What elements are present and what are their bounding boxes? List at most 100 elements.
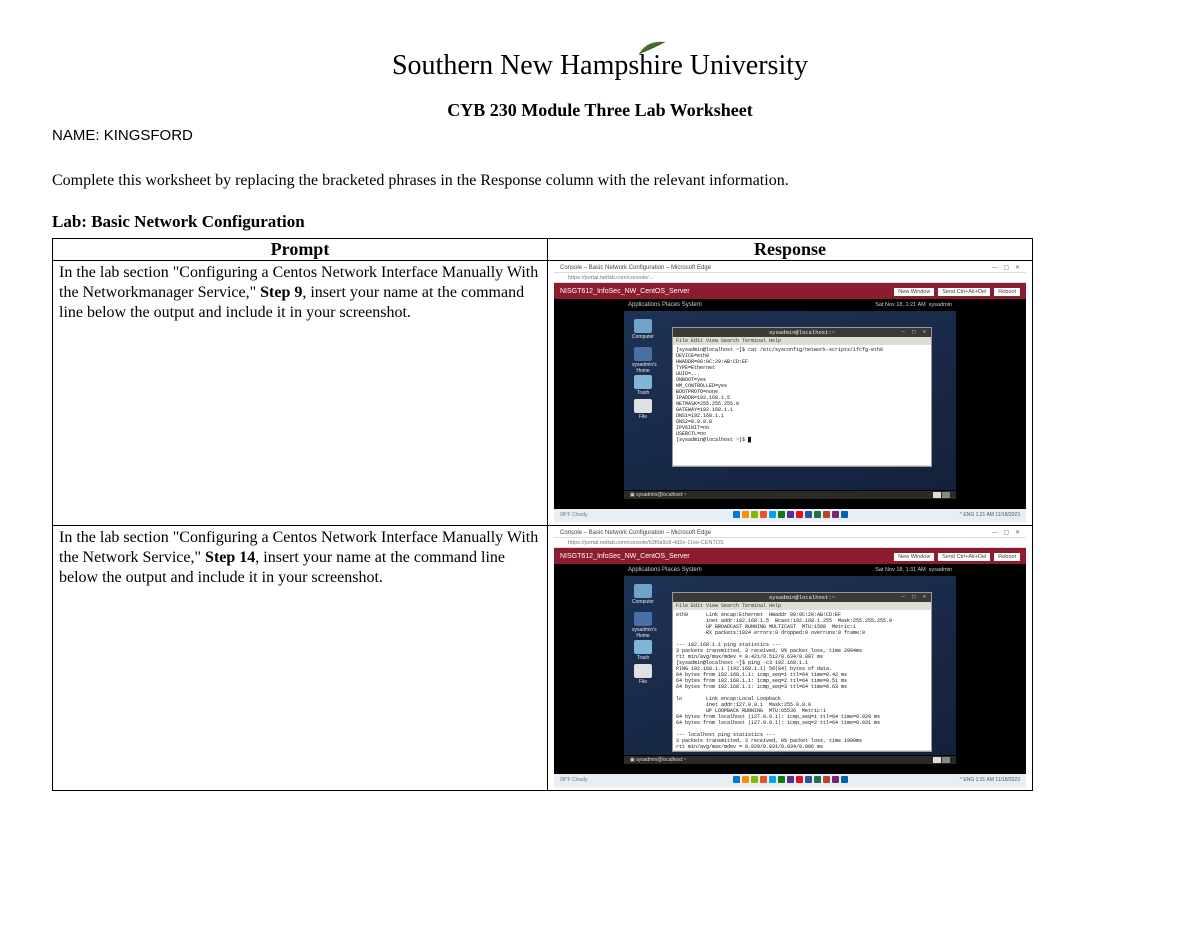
taskbar-app-icon[interactable] <box>733 776 740 783</box>
gnome-bottom-panel: ▣ sysadmin@localhost:~ <box>624 490 956 499</box>
icon-label: sysadmin's Home <box>632 362 657 374</box>
taskbar-app-icon[interactable] <box>823 776 830 783</box>
gnome-menus[interactable]: Applications Places System <box>628 302 702 308</box>
desktop-icon-file[interactable]: File <box>632 399 654 420</box>
system-tray: ^ ENG 1:31 AM 11/18/2023 <box>960 777 1020 783</box>
icon-label: sysadmin's Home <box>632 627 657 639</box>
browser-window-title: Console – Basic Network Configuration – … <box>554 528 1026 538</box>
taskbar-app-icon[interactable] <box>742 511 749 518</box>
document-title: CYB 230 Module Three Lab Worksheet <box>52 100 1148 121</box>
weather-widget: 08°F Cloudy <box>560 512 588 518</box>
gnome-menus[interactable]: Applications Places System <box>628 567 702 573</box>
console-button[interactable]: New Window <box>894 288 934 296</box>
taskbar-app-icon[interactable] <box>805 511 812 518</box>
workspace-switcher[interactable] <box>933 757 950 763</box>
taskbar-app-icon[interactable] <box>841 511 848 518</box>
window-controls-icon: — ▢ ✕ <box>901 593 928 600</box>
taskbar-item[interactable]: ▣ sysadmin@localhost:~ <box>630 492 686 498</box>
table-row: In the lab section "Configuring a Centos… <box>53 526 1033 791</box>
console-button[interactable]: Reboot <box>994 288 1020 296</box>
desktop-icon-home[interactable]: sysadmin's Home <box>632 347 654 374</box>
taskbar-app-icon[interactable] <box>814 511 821 518</box>
taskbar-app-icon[interactable] <box>832 776 839 783</box>
response-cell: Console – Basic Network Configuration – … <box>548 261 1033 526</box>
taskbar-app-icon[interactable] <box>787 776 794 783</box>
response-cell: Console – Basic Network Configuration – … <box>548 526 1033 791</box>
worksheet-table: Prompt Response In the lab section "Conf… <box>52 238 1033 791</box>
desktop-icon-file[interactable]: File <box>632 664 654 685</box>
taskbar-app-icon[interactable] <box>778 776 785 783</box>
taskbar-app-icon[interactable] <box>832 511 839 518</box>
console-button[interactable]: Reboot <box>994 553 1020 561</box>
console-button[interactable]: New Window <box>894 553 934 561</box>
vm-display[interactable]: Applications Places System Sat Nov 18, 1… <box>554 564 1026 774</box>
taskbar-app-icon[interactable] <box>751 511 758 518</box>
taskbar-app-icon[interactable] <box>823 511 830 518</box>
desktop-background: Computer sysadmin's Home Trash File sysa… <box>624 311 956 499</box>
clock: Sat Nov 18, 1:21 AM <box>875 302 925 308</box>
desktop-icon-computer[interactable]: Computer <box>632 584 654 605</box>
name-line: NAME: KINGSFORD <box>52 127 1148 144</box>
taskbar-app-icon[interactable] <box>796 776 803 783</box>
desktop-background: Computer sysadmin's Home Trash File sysa… <box>624 576 956 764</box>
taskbar-app-icon[interactable] <box>760 776 767 783</box>
terminal-titlebar: sysadmin@localhost:~ — ▢ ✕ <box>673 328 931 337</box>
icon-label: Trash <box>637 390 650 396</box>
system-tray: ^ ENG 1:21 AM 11/18/2023 <box>960 512 1020 518</box>
browser-window-title: Console – Basic Network Configuration – … <box>554 263 1026 273</box>
taskbar-app-icon[interactable] <box>751 776 758 783</box>
taskbar-app-icon[interactable] <box>760 511 767 518</box>
taskbar-app-icon[interactable] <box>841 776 848 783</box>
taskbar-app-icon[interactable] <box>796 511 803 518</box>
terminal-menubar[interactable]: File Edit View Search Terminal Help <box>673 602 931 610</box>
taskbar-app-icon[interactable] <box>733 511 740 518</box>
vm-display[interactable]: Applications Places System Sat Nov 18, 1… <box>554 299 1026 509</box>
worksheet-page: Southern New Hampshire University CYB 23… <box>0 0 1200 831</box>
console-button[interactable]: Send Ctrl+Alt+Del <box>938 553 990 561</box>
window-controls-icon: — ▢ ✕ <box>992 528 1022 538</box>
terminal-window[interactable]: sysadmin@localhost:~ — ▢ ✕ File Edit Vie… <box>672 327 932 467</box>
taskbar-app-icon[interactable] <box>787 511 794 518</box>
prompt-cell: In the lab section "Configuring a Centos… <box>53 261 548 526</box>
icon-label: File <box>639 679 647 685</box>
icon-label: Trash <box>637 655 650 661</box>
console-button[interactable]: Send Ctrl+Alt+Del <box>938 288 990 296</box>
taskbar-app-icon[interactable] <box>769 776 776 783</box>
prompt-cell: In the lab section "Configuring a Centos… <box>53 526 548 791</box>
gnome-top-panel: Applications Places System Sat Nov 18, 1… <box>554 564 1026 576</box>
desktop-icon-home[interactable]: sysadmin's Home <box>632 612 654 639</box>
vm-name-label: NISGT612_InfoSec_NW_CentOS_Server <box>560 288 690 295</box>
address-bar: https://portal.netlab.com/console/b3f0a9… <box>554 538 1026 548</box>
screenshot-step9: Console – Basic Network Configuration – … <box>554 263 1026 523</box>
terminal-output[interactable]: eth0 Link encap:Ethernet HWaddr 00:0C:29… <box>673 610 931 750</box>
terminal-menubar[interactable]: File Edit View Search Terminal Help <box>673 337 931 345</box>
terminal-window[interactable]: sysadmin@localhost:~ — ▢ ✕ File Edit Vie… <box>672 592 932 752</box>
prompt-step: Step 14 <box>205 549 255 566</box>
taskbar-app-icon[interactable] <box>814 776 821 783</box>
university-logo: Southern New Hampshire University <box>52 50 1148 82</box>
taskbar-icons[interactable] <box>732 776 849 785</box>
terminal-title-text: sysadmin@localhost:~ <box>769 594 835 601</box>
terminal-output[interactable]: [sysadmin@localhost ~]$ cat /etc/sysconf… <box>673 345 931 465</box>
workspace-switcher[interactable] <box>933 492 950 498</box>
taskbar-app-icon[interactable] <box>742 776 749 783</box>
taskbar-icons[interactable] <box>732 511 849 520</box>
desktop-icon-trash[interactable]: Trash <box>632 640 654 661</box>
icon-label: File <box>639 414 647 420</box>
taskbar-app-icon[interactable] <box>805 776 812 783</box>
table-row: In the lab section "Configuring a Centos… <box>53 261 1033 526</box>
name-value: KINGSFORD <box>104 127 193 144</box>
instructions-text: Complete this worksheet by replacing the… <box>52 172 1148 190</box>
window-controls-icon: — ▢ ✕ <box>901 328 928 335</box>
icon-label: Computer <box>632 599 654 605</box>
desktop-icon-trash[interactable]: Trash <box>632 375 654 396</box>
taskbar-app-icon[interactable] <box>778 511 785 518</box>
address-bar: https://portal.netlab.com/console/... <box>554 273 1026 283</box>
header-prompt: Prompt <box>53 239 548 261</box>
taskbar-app-icon[interactable] <box>769 511 776 518</box>
vm-console-header: NISGT612_InfoSec_NW_CentOS_Server New Wi… <box>554 548 1026 564</box>
desktop-icon-computer[interactable]: Computer <box>632 319 654 340</box>
leaf-icon <box>637 32 667 50</box>
lab-heading: Lab: Basic Network Configuration <box>52 212 1148 232</box>
taskbar-item[interactable]: ▣ sysadmin@localhost:~ <box>630 757 686 763</box>
